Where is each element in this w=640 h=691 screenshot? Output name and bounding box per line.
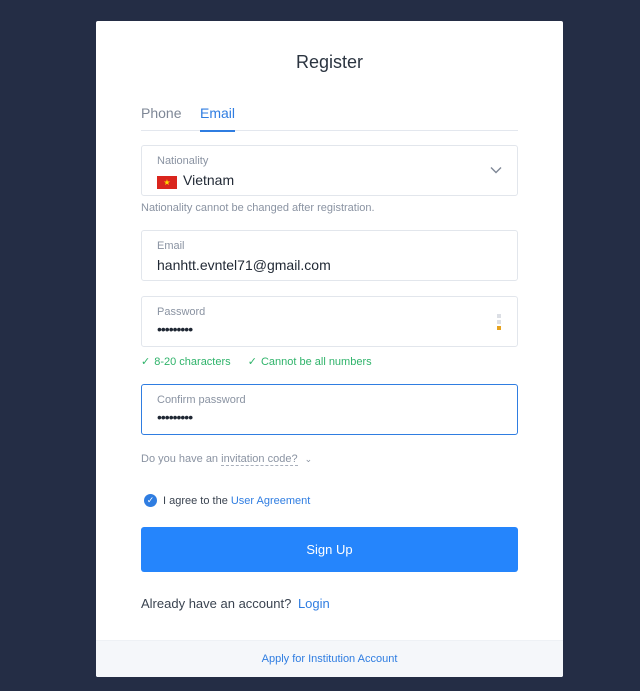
strength-bar [497, 314, 501, 318]
login-prompt-text: Already have an account? [141, 596, 292, 611]
nationality-hint: Nationality cannot be changed after regi… [141, 202, 375, 214]
agreement-row: ✓ I agree to the User Agreement [144, 494, 310, 507]
sign-up-button[interactable]: Sign Up [141, 527, 518, 572]
password-value[interactable]: ••••••••• [157, 321, 193, 337]
check-icon: ✓ [247, 356, 257, 368]
strength-bar [497, 326, 501, 330]
agreement-text: I agree to the [163, 494, 228, 507]
confirm-password-field[interactable]: Confirm password ••••••••• [141, 384, 518, 435]
vietnam-flag-icon: ★ [157, 176, 177, 189]
password-label: Password [157, 306, 206, 318]
register-method-tabs: Phone Email [141, 105, 518, 132]
email-value[interactable]: hanhtt.evntel71@gmail.com [157, 257, 331, 273]
email-field[interactable]: Email hanhtt.evntel71@gmail.com [141, 230, 518, 281]
password-rule: ✓ Cannot be all numbers [248, 355, 372, 368]
password-strength-indicator [497, 314, 501, 330]
email-label: Email [157, 240, 185, 252]
agreement-checkbox[interactable]: ✓ [144, 494, 157, 507]
login-prompt: Already have an account? Login [141, 596, 330, 611]
invitation-prefix: Do you have an [141, 453, 219, 465]
institution-account-link[interactable]: Apply for Institution Account [262, 653, 398, 665]
nationality-value: Vietnam [183, 172, 235, 188]
rule-text: Cannot be all numbers [260, 356, 372, 368]
check-icon: ✓ [141, 356, 151, 368]
invitation-code-toggle: Do you have an invitation code? ⌄ [141, 453, 313, 466]
invitation-code-link[interactable]: invitation code? [221, 453, 298, 466]
chevron-down-icon[interactable]: ⌄ [305, 454, 313, 465]
chevron-down-icon [490, 167, 502, 174]
password-rule: ✓ 8-20 characters [141, 355, 231, 368]
tab-email[interactable]: Email [200, 105, 236, 132]
confirm-password-value[interactable]: ••••••••• [157, 409, 193, 425]
tab-phone[interactable]: Phone [141, 105, 181, 131]
user-agreement-link[interactable]: User Agreement [231, 495, 310, 507]
footer: Apply for Institution Account [96, 640, 563, 677]
rule-text: 8-20 characters [154, 356, 231, 368]
nationality-select[interactable]: Nationality ★ Vietnam [141, 145, 518, 196]
page-title: Register [295, 52, 364, 72]
password-field[interactable]: Password ••••••••• [141, 296, 518, 347]
login-link[interactable]: Login [298, 596, 330, 611]
password-rules: ✓ 8-20 characters ✓ Cannot be all numbers [141, 355, 386, 368]
strength-bar [497, 320, 501, 324]
confirm-password-label: Confirm password [157, 394, 246, 406]
register-card: Register Phone Email Nationality ★ Vietn… [96, 21, 563, 677]
nationality-label: Nationality [157, 155, 209, 167]
